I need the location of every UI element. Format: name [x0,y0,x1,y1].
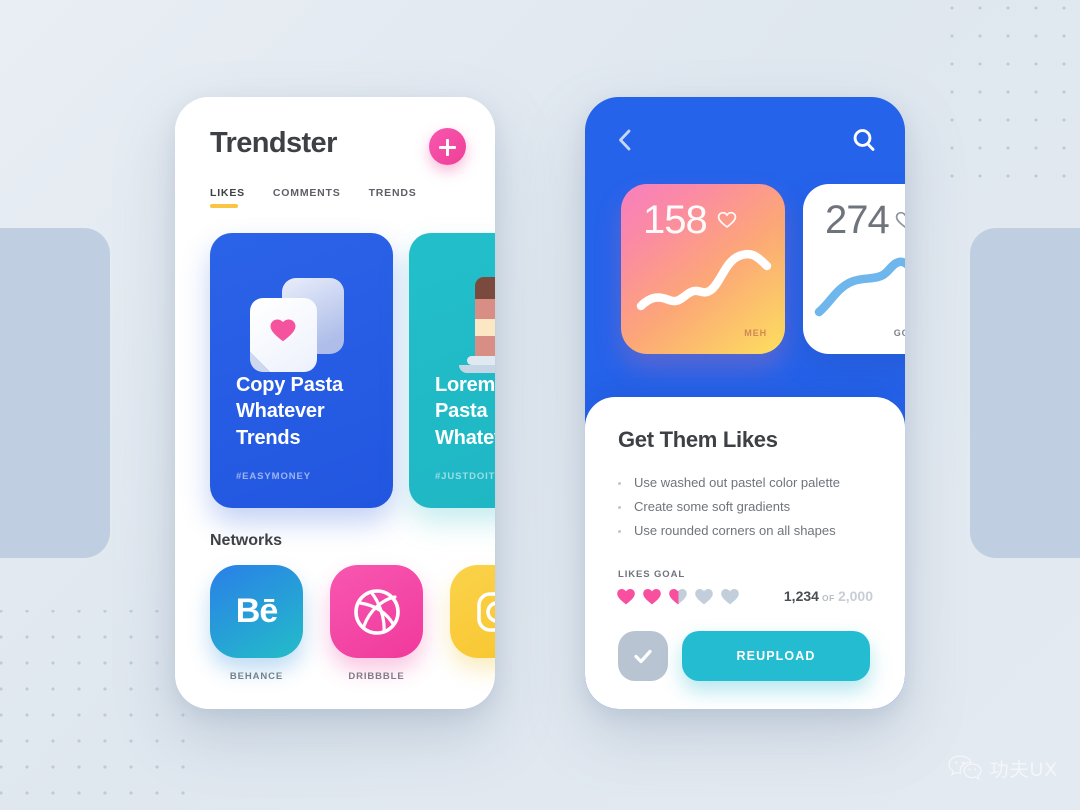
confirm-check-button[interactable] [618,631,668,681]
heart-empty-icon [695,589,713,605]
story-card-title: Lorem Pasta Whatever [435,373,495,449]
behance-icon: Bē [235,592,278,630]
networks-list: Bē BEHANCE DRIBBBLE [210,565,495,682]
tab-bar: LIKES COMMENTS TRENDS [210,187,417,208]
likes-of-word: OF [821,593,835,603]
heart-filled-icon [617,589,635,605]
dot-pattern-top-right [930,0,1080,190]
dot-pattern-bottom-left [0,610,190,810]
phone-screen-right: 158 MEH 274 GOOD JUB Get Them Likes Use … [585,97,905,709]
search-icon[interactable] [851,127,877,153]
behance-tile[interactable]: Bē [210,565,303,658]
watermark: 功夫UX [947,754,1058,782]
instagram-icon [476,591,495,632]
tab-trends[interactable]: TRENDS [369,187,417,208]
sparkline-rising [814,257,905,317]
bottom-sheet: Get Them Likes Use washed out pastel col… [585,397,905,709]
instagram-tile[interactable] [450,565,495,658]
chevron-left-icon[interactable] [613,127,639,153]
tab-likes[interactable]: LIKES [210,187,245,208]
stat-footer-label: MEH [744,328,767,338]
network-label: BEHANCE [229,671,284,682]
tips-list: Use washed out pastel color palette Crea… [618,475,840,547]
network-item-behance[interactable]: Bē BEHANCE [210,565,303,682]
stat-footer-label: GOOD JUB [893,328,905,338]
heart-note-icon [250,278,344,372]
dribbble-tile[interactable] [330,565,423,658]
sheet-actions: REUPLOAD [618,631,870,681]
story-card-lorem-pasta[interactable]: Lorem Pasta Whatever #JUSTDOIT [409,233,495,508]
likes-current: 1,234 [783,588,819,604]
check-icon [634,649,652,664]
tab-comments[interactable]: COMMENTS [273,187,341,208]
story-card-tag: #EASYMONEY [236,471,311,482]
stat-card-158[interactable]: 158 MEH [621,184,785,354]
sheet-title: Get Them Likes [618,427,778,452]
plus-icon [446,138,449,156]
dribbble-icon [353,588,400,635]
phone-screen-left: Trendster LIKES COMMENTS TRENDS Copy Pas… [175,97,495,709]
stat-card-list: 158 MEH 274 GOOD JUB [621,184,905,354]
stat-card-274[interactable]: 274 GOOD JUB [803,184,905,354]
cake-icon [459,277,495,373]
decorative-slab-right [970,228,1080,558]
left-header: Trendster LIKES COMMENTS TRENDS [175,97,495,225]
heart-empty-icon [721,589,739,605]
decorative-slab-left [0,228,110,558]
add-button[interactable] [429,128,466,165]
networks-title: Networks [210,532,283,549]
likes-goal-hearts [616,587,740,606]
likes-goal-label: LIKES GOAL [618,569,686,580]
story-card-title: Copy Pasta Whatever Trends [236,373,343,449]
list-item: Use rounded corners on all shapes [618,523,840,538]
heart-filled-icon [643,589,661,605]
likes-goal-progress: 1,234 OF 2,000 [784,588,873,604]
list-item: Create some soft gradients [618,499,840,514]
wechat-icon [947,755,982,780]
story-card-list: Copy Pasta Whatever Trends #EASYMONEY Lo… [210,233,495,508]
story-card-tag: #JUSTDOIT [435,471,495,482]
list-item: Use washed out pastel color palette [618,475,840,490]
network-item-dribbble[interactable]: DRIBBBLE [330,565,423,682]
network-label: DRIBBBLE [348,671,405,682]
app-title: Trendster [210,127,337,159]
network-item-instagram[interactable] [450,565,495,682]
watermark-text: 功夫UX [989,759,1058,781]
right-nav-bar [585,97,905,189]
reupload-button[interactable]: REUPLOAD [682,631,870,681]
heart-half-icon [669,589,687,605]
likes-target: 2,000 [837,588,873,604]
story-card-copy-pasta[interactable]: Copy Pasta Whatever Trends #EASYMONEY [210,233,393,508]
